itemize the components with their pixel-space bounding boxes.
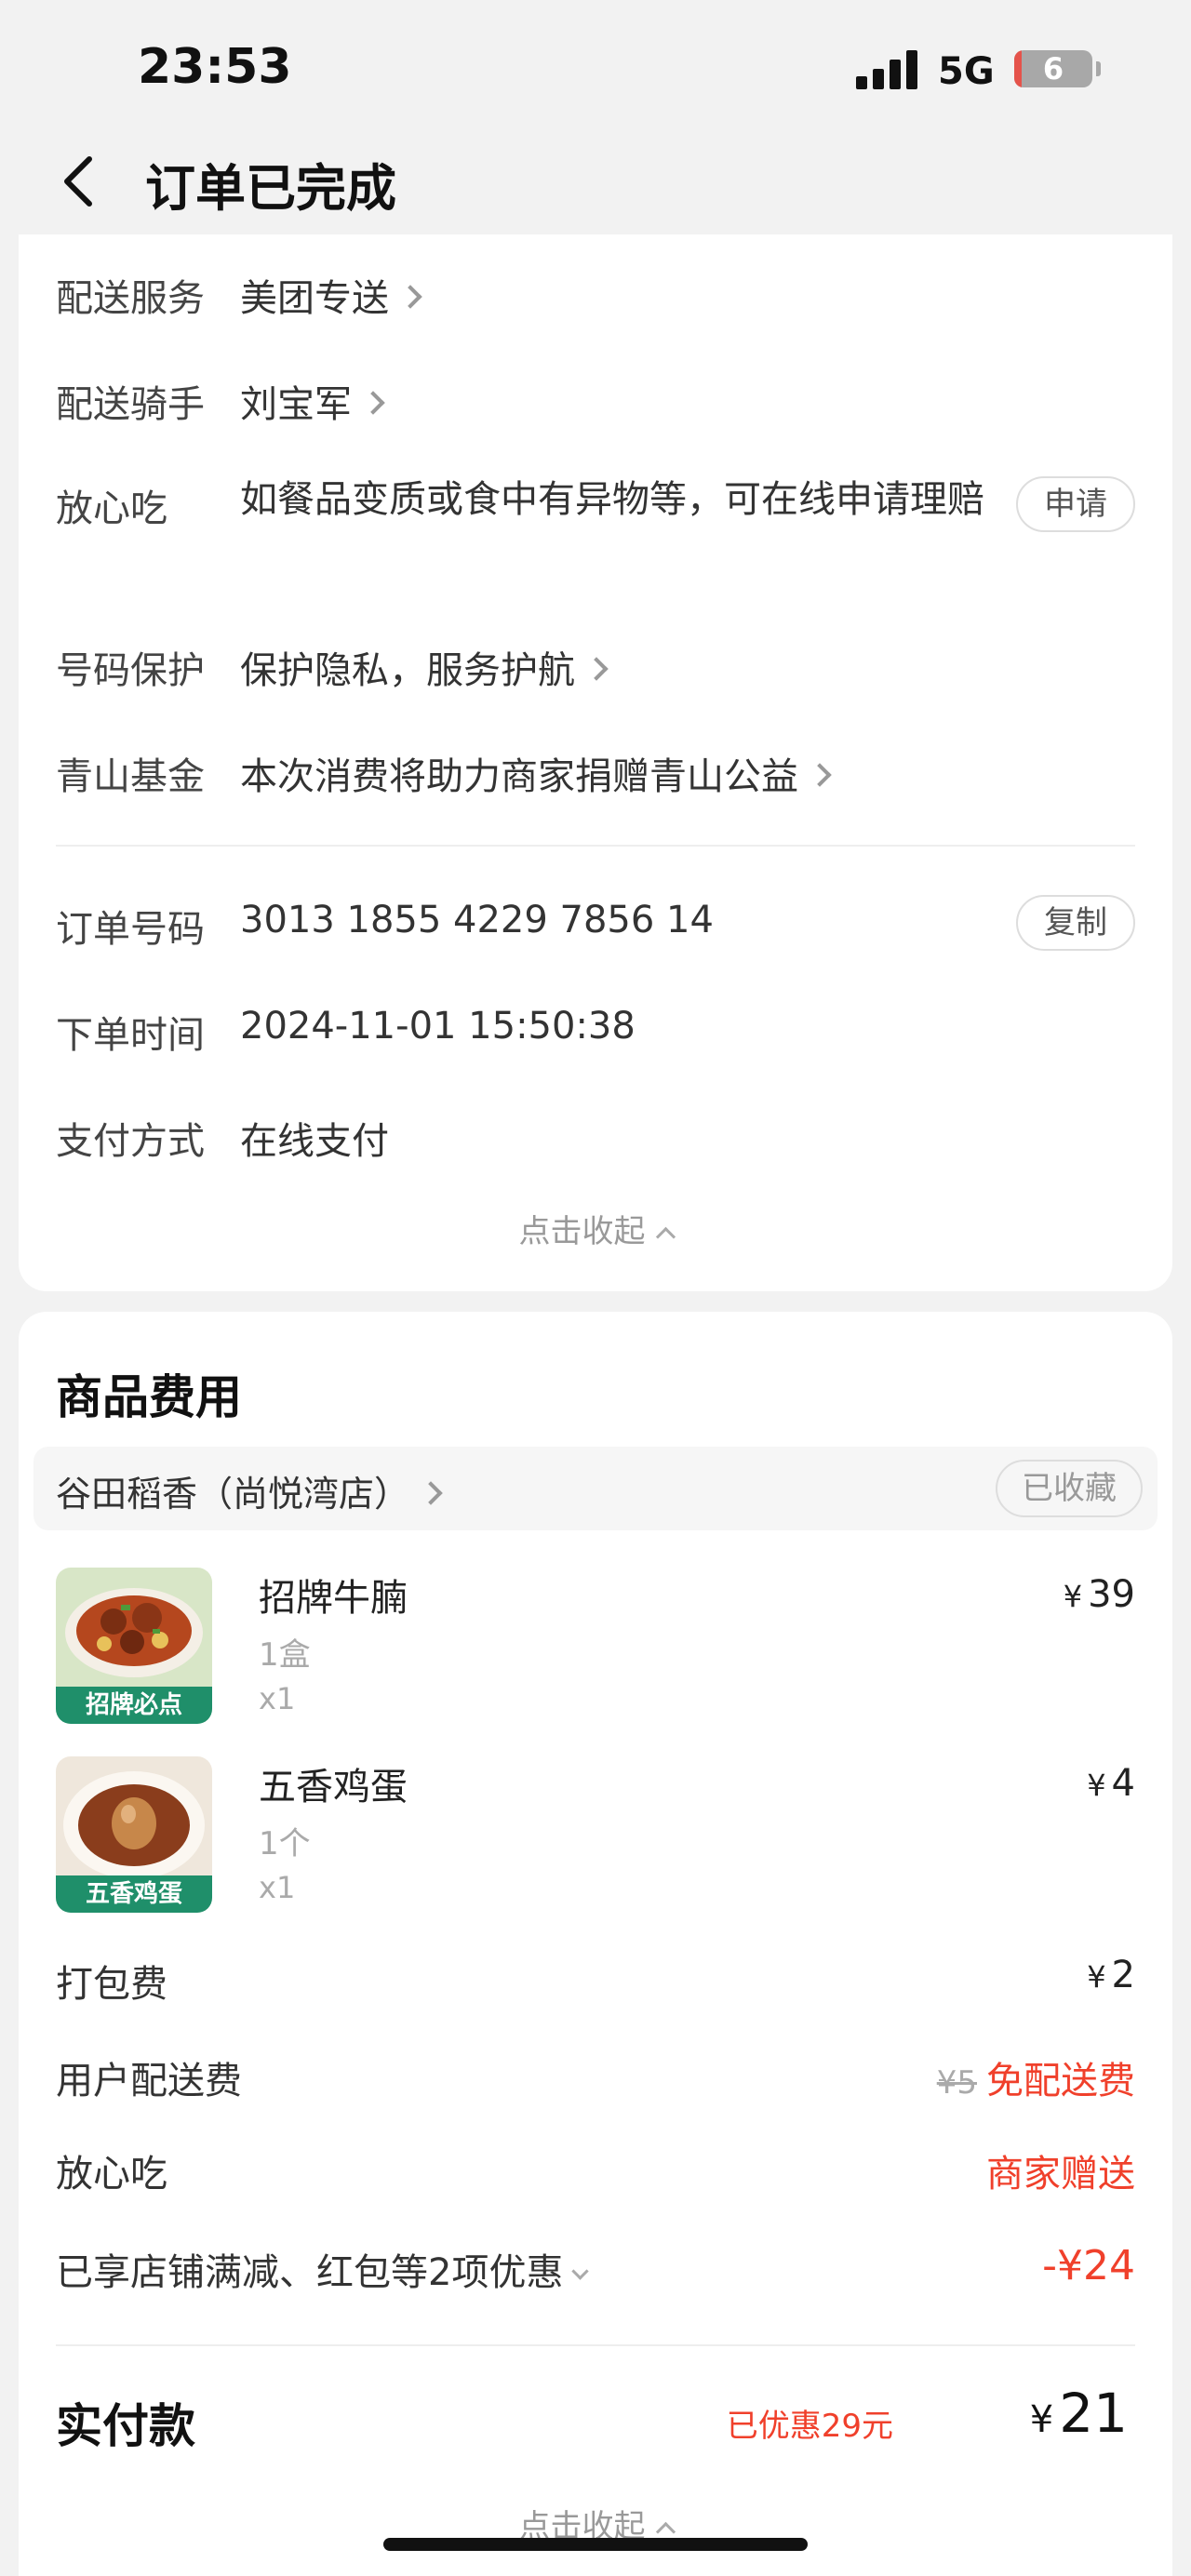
delivery-service-row[interactable]: 配送服务 美团专送 <box>56 268 1135 324</box>
fee-value: 商家赠送 <box>986 2153 1135 2196</box>
back-arrow-icon[interactable] <box>56 153 102 209</box>
chevron-right-icon <box>584 657 609 681</box>
divider <box>56 845 1135 847</box>
row-label: 配送服务 <box>56 277 205 320</box>
product-name: 招牌牛腩 <box>259 1577 408 1620</box>
order-number-row: 订单号码 3013 1855 4229 7856 14 复制 <box>56 895 1135 954</box>
delivery-fee-row: 用户配送费 ¥5 免配送费 <box>56 2050 1135 2106</box>
product-qty: x1 <box>259 1681 296 1716</box>
product-price: ¥39 <box>1063 1573 1135 1616</box>
copy-button[interactable]: 复制 <box>1016 895 1135 951</box>
order-details-card: 配送服务 美团专送 配送骑手 刘宝军 放心吃 如餐品变质或食中有异物等，可在线申… <box>19 234 1172 1291</box>
product-spec: 1个 <box>259 1825 311 1862</box>
packing-fee-row: 打包费 ¥2 <box>56 1954 1135 2009</box>
fee-label: 打包费 <box>56 1963 167 2006</box>
row-label: 号码保护 <box>56 649 205 692</box>
product-price: ¥4 <box>1087 1762 1135 1805</box>
favorite-button[interactable]: 已收藏 <box>996 1460 1143 1517</box>
product-name: 五香鸡蛋 <box>259 1766 408 1809</box>
row-label: 订单号码 <box>56 908 205 951</box>
status-bar: 23:53 5G 6 <box>0 0 1191 130</box>
saved-amount: 已优惠29元 <box>726 2408 893 2445</box>
rider-row[interactable]: 配送骑手 刘宝军 <box>56 374 1135 430</box>
row-value: 如餐品变质或食中有异物等，可在线申请理赔 <box>240 478 984 521</box>
battery-icon: 6 <box>1014 50 1092 87</box>
nav-bar: 订单已完成 <box>0 130 1191 234</box>
assurance-row: 放心吃 如餐品变质或食中有异物等，可在线申请理赔 申请 <box>56 473 1135 584</box>
payment-method-row: 支付方式 在线支付 <box>56 1111 1135 1167</box>
divider <box>56 2344 1135 2346</box>
green-fund-row[interactable]: 青山基金 本次消费将助力商家捐赠青山公益 <box>56 746 1135 802</box>
chevron-up-icon <box>655 1226 676 1248</box>
row-value: 美团专送 <box>240 268 422 322</box>
fee-value: ¥5 免配送费 <box>936 2060 1135 2102</box>
collapse-toggle[interactable]: 点击收起 <box>19 1206 1172 1251</box>
product-tag: 五香鸡蛋 <box>56 1875 212 1913</box>
list-item[interactable]: 五香鸡蛋 五香鸡蛋 1个 x1 ¥4 <box>56 1756 1135 1915</box>
product-image: 五香鸡蛋 <box>56 1756 212 1913</box>
total-label: 实付款 <box>56 2399 195 2453</box>
assurance-fee-row: 放心吃 商家赠送 <box>56 2143 1135 2199</box>
page-title: 订单已完成 <box>145 159 396 218</box>
network-type: 5G <box>938 50 995 93</box>
fee-value: ¥2 <box>1087 1954 1135 1996</box>
row-value: 保护隐私，服务护航 <box>240 640 609 694</box>
chevron-right-icon <box>808 763 832 787</box>
row-label: 配送骑手 <box>56 383 205 426</box>
fee-label: 用户配送费 <box>56 2060 242 2102</box>
discounts-row[interactable]: 已享店铺满减、红包等2项优惠 -¥24 <box>56 2242 1135 2298</box>
store-link[interactable]: 谷田稻香（尚悦湾店） <box>56 1465 443 1516</box>
row-value: 本次消费将助力商家捐赠青山公益 <box>240 746 832 800</box>
product-qty: x1 <box>259 1870 296 1905</box>
product-tag: 招牌必点 <box>56 1687 212 1724</box>
list-item[interactable]: 招牌必点 招牌牛腩 1盒 x1 ¥39 <box>56 1568 1135 1726</box>
discount-value: -¥24 <box>1042 2242 1135 2289</box>
order-number: 3013 1855 4229 7856 14 <box>240 899 714 941</box>
order-time-row: 下单时间 2024-11-01 15:50:38 <box>56 1005 1135 1061</box>
row-label: 下单时间 <box>56 1014 205 1057</box>
product-image: 招牌必点 <box>56 1568 212 1724</box>
battery-level: 6 <box>1042 51 1064 87</box>
chevron-down-icon <box>571 2262 590 2280</box>
home-indicator <box>383 2538 808 2551</box>
payment-method: 在线支付 <box>240 1120 389 1163</box>
product-spec: 1盒 <box>259 1636 311 1674</box>
fee-label: 放心吃 <box>56 2153 167 2196</box>
total-amount: ¥21 <box>1029 2382 1128 2445</box>
store-bar: 谷田稻香（尚悦湾店） 已收藏 <box>33 1447 1158 1530</box>
status-time: 23:53 <box>138 39 292 95</box>
row-label: 青山基金 <box>56 755 205 798</box>
row-value: 刘宝军 <box>240 374 385 428</box>
claim-button[interactable]: 申请 <box>1016 476 1135 532</box>
fee-label: 已享店铺满减、红包等2项优惠 <box>56 2242 590 2296</box>
chevron-right-icon <box>361 391 385 415</box>
row-label: 放心吃 <box>56 487 167 530</box>
number-protection-row[interactable]: 号码保护 保护隐私，服务护航 <box>56 640 1135 696</box>
signal-icon <box>856 48 919 89</box>
row-label: 支付方式 <box>56 1120 205 1163</box>
order-time: 2024-11-01 15:50:38 <box>240 1005 636 1048</box>
section-title: 商品费用 <box>56 1370 242 1424</box>
chevron-right-icon <box>398 285 422 309</box>
chevron-right-icon <box>419 1480 443 1505</box>
goods-cost-card: 商品费用 谷田稻香（尚悦湾店） 已收藏 招牌必点 招牌牛腩 1盒 x1 ¥39 <box>19 1312 1172 2576</box>
battery-cap <box>1096 61 1101 76</box>
